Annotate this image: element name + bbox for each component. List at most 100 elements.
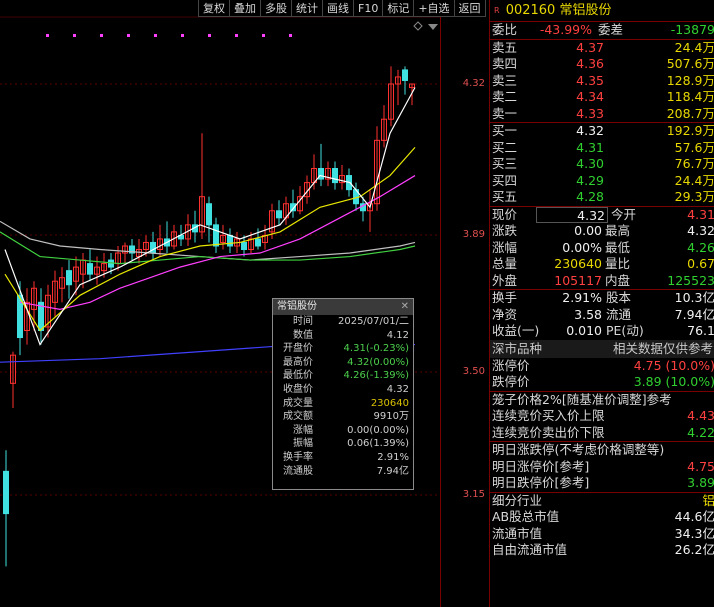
quote-label: 外盘 bbox=[492, 272, 518, 288]
fund-value: 2.91% bbox=[562, 290, 602, 305]
order-label: 买三 bbox=[492, 156, 518, 171]
industry-row-value: 44.6亿 bbox=[674, 509, 714, 524]
close-icon[interactable]: ✕ bbox=[401, 299, 409, 315]
limit-row-value: 4.75 (10.0%) bbox=[633, 357, 714, 373]
toolbar-button-0[interactable]: 复权 bbox=[198, 0, 229, 17]
cage-title-text: 笼子价格2%[随基准价调整]参考 bbox=[492, 391, 672, 407]
tooltip-rows: 时间 2025/07/01/二 数值 4.12 开盘价 4.31(-0.23%) 最高价 4.… bbox=[273, 315, 413, 478]
toolbar-button-7[interactable]: +自选 bbox=[413, 0, 454, 17]
fund-value2: 10.3亿 bbox=[674, 290, 714, 305]
tooltip-key: 最低价 bbox=[283, 370, 313, 382]
tooltip-row: 时间 2025/07/01/二 bbox=[273, 315, 413, 329]
candle-down bbox=[66, 270, 72, 286]
order-price: 4.28 bbox=[576, 189, 604, 204]
order-label: 买二 bbox=[492, 139, 518, 155]
quote-row: 现价 4.32 今开 4.31 bbox=[490, 206, 714, 223]
industry-row-label: 自由流通市值 bbox=[492, 542, 568, 557]
fund-row: 净资 3.58 流通 7.94亿 bbox=[490, 307, 714, 324]
tooltip-key: 成交量 bbox=[283, 397, 313, 409]
marker-dot bbox=[73, 34, 76, 37]
fund-label: 换手 bbox=[492, 290, 518, 305]
quote-row: 涨幅 0.00% 最低 4.26 bbox=[490, 240, 714, 257]
toolbar-button-6[interactable]: 标记 bbox=[382, 0, 414, 17]
quote-value: 230640 bbox=[554, 256, 602, 271]
candle-down bbox=[108, 259, 114, 268]
tooltip-row: 数值 4.12 bbox=[273, 329, 413, 343]
order-row-sell[interactable]: 卖五 4.37 24.4万 bbox=[490, 40, 714, 57]
order-row-buy[interactable]: 买五 4.28 29.3万 bbox=[490, 189, 714, 206]
order-price: 4.35 bbox=[576, 72, 604, 88]
tooltip-value: 4.31(-0.23%) bbox=[343, 343, 409, 355]
fund-label: 收益(一) bbox=[492, 323, 540, 338]
toolbar-button-1[interactable]: 叠加 bbox=[229, 0, 260, 17]
industry-row-label: 流通市值 bbox=[492, 525, 543, 541]
ma60-line bbox=[0, 231, 416, 265]
order-label: 买一 bbox=[492, 123, 518, 138]
order-row-buy[interactable]: 买三 4.30 76.7万 bbox=[490, 156, 714, 173]
fund-value2: 7.94亿 bbox=[674, 306, 714, 322]
industry-row-label: AB股总市值 bbox=[492, 509, 560, 524]
toolbar-button-8[interactable]: 返回 bbox=[453, 0, 486, 17]
triangle-icon bbox=[428, 24, 438, 30]
kline-chart[interactable]: 复权 叠加 多股 统计 画线 F10 标记 +自选 返回 4.32 3.89 3.50 3.15… bbox=[0, 0, 488, 607]
order-price: 4.37 bbox=[576, 39, 604, 55]
order-row-sell[interactable]: 卖一 4.33 208.7万 bbox=[490, 106, 714, 123]
order-volume: 507.6万 bbox=[666, 56, 714, 71]
candle-down bbox=[402, 69, 408, 81]
limit-row-label: 涨停价 bbox=[492, 357, 530, 373]
kline-tooltip: 常铝股份 ✕ 时间 2025/07/01/二 数值 4.12 开盘价 4.31(-0.23… bbox=[272, 298, 414, 490]
order-row-sell[interactable]: 卖二 4.34 118.4万 bbox=[490, 89, 714, 106]
fund-row: 换手 2.91% 股本 10.3亿 bbox=[490, 290, 714, 307]
industry-row-label: 细分行业 bbox=[492, 492, 543, 508]
toolbar-button-3[interactable]: 统计 bbox=[291, 0, 322, 17]
tooltip-value: 2.91% bbox=[377, 451, 409, 463]
tooltip-row: 收盘价 4.32 bbox=[273, 383, 413, 397]
tooltip-value: 7.94亿 bbox=[376, 465, 409, 477]
order-row-buy[interactable]: 买四 4.29 24.4万 bbox=[490, 173, 714, 190]
order-label: 卖三 bbox=[492, 72, 518, 88]
candle-down bbox=[227, 234, 233, 247]
quote-panel: R 002160 常铝股份 委比 -43.99% 委差 -13879 卖五 4.3… bbox=[489, 0, 714, 607]
weibi-value: -43.99% bbox=[539, 22, 592, 37]
stock-header: R 002160 常铝股份 bbox=[490, 0, 714, 22]
tooltip-value: 4.12 bbox=[386, 329, 409, 341]
industry-row: 自由流通市值 26.2亿 bbox=[490, 542, 714, 559]
marker-dot bbox=[208, 34, 211, 37]
candle-down bbox=[332, 168, 338, 184]
tooltip-value: 4.26(-1.39%) bbox=[343, 370, 409, 382]
quote-label: 总量 bbox=[492, 256, 518, 271]
fundamentals-block: 换手 2.91% 股本 10.3亿 净资 3.58 流通 7.94亿 收益(一) 0.010 PE(… bbox=[490, 290, 714, 340]
price-axis: 4.32 3.89 3.50 3.15 bbox=[440, 0, 488, 607]
tooltip-value: 4.32 bbox=[386, 383, 409, 395]
order-label: 卖五 bbox=[492, 39, 518, 55]
fund-label2: 股本 bbox=[606, 290, 632, 305]
tooltip-row: 涨幅 0.00(0.00%) bbox=[273, 424, 413, 438]
order-price: 4.34 bbox=[576, 89, 604, 104]
order-volume: 24.4万 bbox=[674, 172, 714, 188]
order-price: 4.29 bbox=[576, 172, 604, 188]
cage-row-label: 连续竞价买入价上限 bbox=[492, 408, 605, 423]
order-row-buy[interactable]: 买一 4.32 192.9万 bbox=[490, 123, 714, 140]
r-badge-icon: R bbox=[494, 6, 500, 15]
tooltip-value: 4.32(0.00%) bbox=[347, 356, 409, 368]
marker-dot bbox=[127, 34, 130, 37]
toolbar-button-4[interactable]: 画线 bbox=[322, 0, 353, 17]
weicha-value: -13879 bbox=[670, 22, 714, 37]
tomorrow-row: 明日涨停价[参考] 4.75 bbox=[490, 459, 714, 476]
order-row-sell[interactable]: 卖三 4.35 128.9万 bbox=[490, 73, 714, 90]
tomorrow-row-label: 明日涨停价[参考] bbox=[492, 458, 590, 474]
quote-row: 外盘 105117 内盘 125523 bbox=[490, 273, 714, 290]
order-row-sell[interactable]: 卖四 4.36 507.6万 bbox=[490, 56, 714, 73]
tooltip-key: 时间 bbox=[293, 316, 313, 327]
toolbar-button-2[interactable]: 多股 bbox=[260, 0, 291, 17]
cage-row: 连续竞价卖出价下限 4.22 bbox=[490, 425, 714, 442]
candle-down bbox=[87, 263, 93, 275]
quote-label: 涨幅 bbox=[492, 239, 518, 255]
kline-svg[interactable] bbox=[0, 0, 488, 607]
order-row-buy[interactable]: 买二 4.31 57.6万 bbox=[490, 140, 714, 157]
quote-block: 现价 4.32 今开 4.31 涨跌 0.00 最高 4.32 涨幅 0.00% 最低 4.26 总量 2… bbox=[490, 206, 714, 290]
fund-label2: 流通 bbox=[606, 306, 632, 322]
sell-orders: 卖五 4.37 24.4万 卖四 4.36 507.6万 卖三 4.35 128.9万 卖二 4.3… bbox=[490, 40, 714, 123]
toolbar-button-5[interactable]: F10 bbox=[353, 0, 383, 17]
tomorrow-prices: 明日涨停价[参考] 4.75 明日跌停价[参考] 3.89 bbox=[490, 459, 714, 493]
